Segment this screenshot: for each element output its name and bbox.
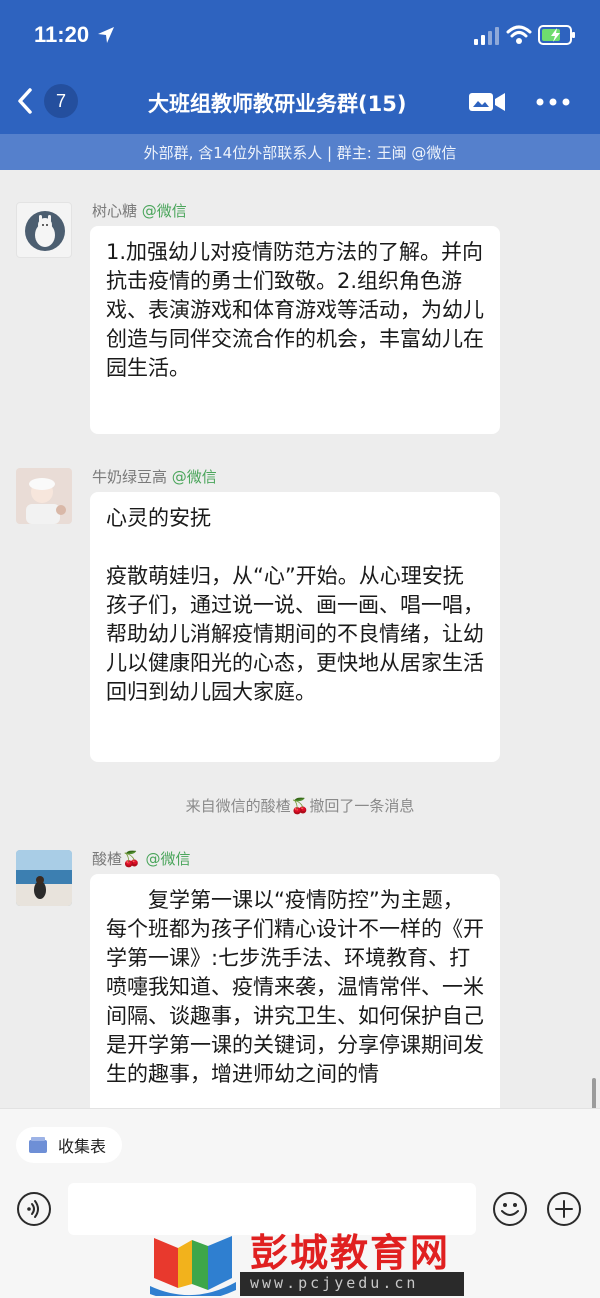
recall-notice: 来自微信的酸楂🍒撤回了一条消息 (185, 797, 415, 815)
message-text: 疫散萌娃归，从“心”开始。从心理安抚孩子们，通过说一说、画一画、唱一唱，帮助幼儿… (106, 564, 484, 704)
watermark-url: www.pcjyedu.cn (250, 1274, 419, 1292)
avatar-beach-photo-icon (16, 850, 72, 906)
message-bubble[interactable]: 心灵的安抚 疫散萌娃归，从“心”开始。从心理安抚孩子们，通过说一说、画一画、唱一… (90, 492, 500, 762)
more-icon[interactable] (536, 98, 570, 106)
wechat-tag: @微信 (141, 202, 187, 220)
emoji-icon[interactable] (492, 1191, 528, 1227)
plus-icon[interactable] (546, 1191, 582, 1227)
sender-nickname: 牛奶绿豆高 (92, 468, 168, 486)
avatar-baby-photo-icon (16, 468, 72, 524)
collect-form-icon (29, 1137, 47, 1153)
avatar[interactable] (16, 850, 72, 906)
scrollbar[interactable] (592, 1078, 596, 1112)
sender-nickname: 酸楂🍒 (92, 850, 141, 868)
book-logo-icon (150, 1236, 236, 1296)
wechat-tag: @微信 (145, 850, 191, 868)
message-text: 复学第一课以“疫情防控”为主题，每个班都为孩子们精心设计不一样的《开学第一课》:… (106, 888, 484, 1086)
message-bubble[interactable]: 1.加强幼儿对疫情防范方法的了解。并向抗击疫情的勇士们致敬。2.组织角色游戏、表… (90, 226, 500, 434)
avatar[interactable] (16, 202, 72, 258)
sender-nickname: 树心糖 (92, 202, 138, 220)
battery-charging-icon (538, 25, 575, 45)
group-info-bar[interactable]: 外部群, 含14位外部联系人 | 群主: 王闽 @微信 (0, 134, 600, 170)
site-watermark: 彭城教育网 www.pcjyedu.cn (140, 1214, 470, 1298)
unread-badge[interactable]: 7 (44, 84, 78, 118)
chat-title: 大班组教师教研业务群(15) (148, 92, 407, 116)
nav-bar: 7 大班组教师教研业务群(15) (0, 70, 600, 134)
collect-form-label: 收集表 (58, 1137, 107, 1156)
top-header: 11:20 7 大班组教师教研业务群(15) (0, 0, 600, 134)
avatar-alpaca-icon (25, 211, 65, 251)
message-heading: 心灵的安抚 (106, 506, 211, 530)
message-bubble[interactable]: 复学第一课以“疫情防控”为主题，每个班都为孩子们精心设计不一样的《开学第一课》:… (90, 874, 500, 1110)
watermark-title: 彭城教育网 (250, 1231, 451, 1275)
location-arrow-icon (98, 27, 114, 43)
video-call-icon[interactable] (468, 90, 506, 114)
collect-form-chip[interactable]: 收集表 (16, 1127, 123, 1163)
wechat-tag: @微信 (171, 468, 217, 486)
status-bar: 11:20 (0, 0, 600, 70)
sender-name: 牛奶绿豆高 @微信 (92, 466, 217, 487)
voice-icon[interactable] (16, 1191, 52, 1227)
sender-name: 酸楂🍒 @微信 (92, 848, 190, 869)
message-text: 1.加强幼儿对疫情防范方法的了解。并向抗击疫情的勇士们致敬。2.组织角色游戏、表… (106, 240, 484, 380)
status-time: 11:20 (34, 22, 90, 47)
avatar[interactable] (16, 468, 72, 524)
signal-icon (474, 27, 499, 45)
back-chevron-icon[interactable] (14, 86, 36, 116)
wifi-icon (506, 25, 532, 44)
sender-name: 树心糖 @微信 (92, 200, 187, 221)
